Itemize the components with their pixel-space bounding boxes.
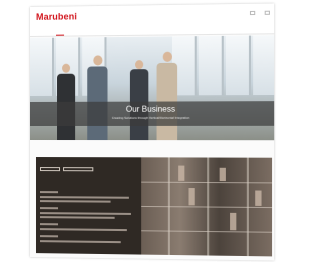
nav-item[interactable]	[66, 28, 74, 35]
company-logo[interactable]: Marubeni	[36, 11, 77, 22]
shelf-item	[230, 212, 237, 231]
hero-window	[225, 35, 252, 96]
content-banner	[35, 157, 273, 257]
utility-icon[interactable]	[249, 10, 256, 16]
content-overlay	[35, 157, 142, 255]
hero-person-head	[135, 60, 144, 70]
news-item[interactable]	[39, 212, 131, 215]
hero-person-head	[62, 63, 71, 73]
section-link-button[interactable]	[39, 167, 61, 172]
nav-item[interactable]	[76, 28, 84, 35]
hero-person	[129, 57, 149, 141]
nav-item[interactable]	[46, 29, 54, 36]
hero-window	[30, 37, 55, 96]
news-item[interactable]	[39, 200, 111, 203]
section-link-button[interactable]	[63, 167, 94, 172]
hero-person	[56, 60, 76, 141]
nav-item[interactable]	[36, 29, 44, 36]
shelf-item	[178, 165, 185, 181]
hero-person	[156, 51, 179, 141]
news-date[interactable]	[39, 223, 59, 226]
news-item[interactable]	[39, 196, 129, 199]
page-subtitle: Creating Solutions through Vertical/Hori…	[111, 115, 190, 120]
news-date[interactable]	[39, 235, 59, 238]
news-date[interactable]	[39, 207, 59, 210]
hero-person	[86, 53, 108, 141]
search-icon[interactable]	[264, 10, 270, 15]
news-item[interactable]	[39, 228, 127, 232]
news-item[interactable]	[39, 240, 121, 244]
nav-item[interactable]	[96, 28, 104, 35]
top-bar: Marubeni	[30, 3, 275, 29]
hero-window	[253, 35, 275, 96]
hero-person-head	[162, 51, 172, 62]
nav-item[interactable]	[86, 28, 94, 35]
utility-links	[247, 10, 270, 16]
shelf-item	[219, 167, 226, 182]
screenshot-page: Marubeni Our Business Creating Solutions…	[30, 3, 275, 261]
news-item[interactable]	[39, 216, 115, 219]
nav-item-our-business[interactable]	[56, 28, 65, 36]
news-date[interactable]	[39, 191, 59, 194]
shelf-item	[255, 190, 262, 206]
page-title: Our Business	[125, 104, 176, 114]
shelf-item	[188, 188, 195, 206]
hero-person-head	[93, 55, 103, 66]
hero-window	[198, 35, 224, 96]
hero-banner: Our Business Creating Solutions through …	[30, 35, 275, 141]
